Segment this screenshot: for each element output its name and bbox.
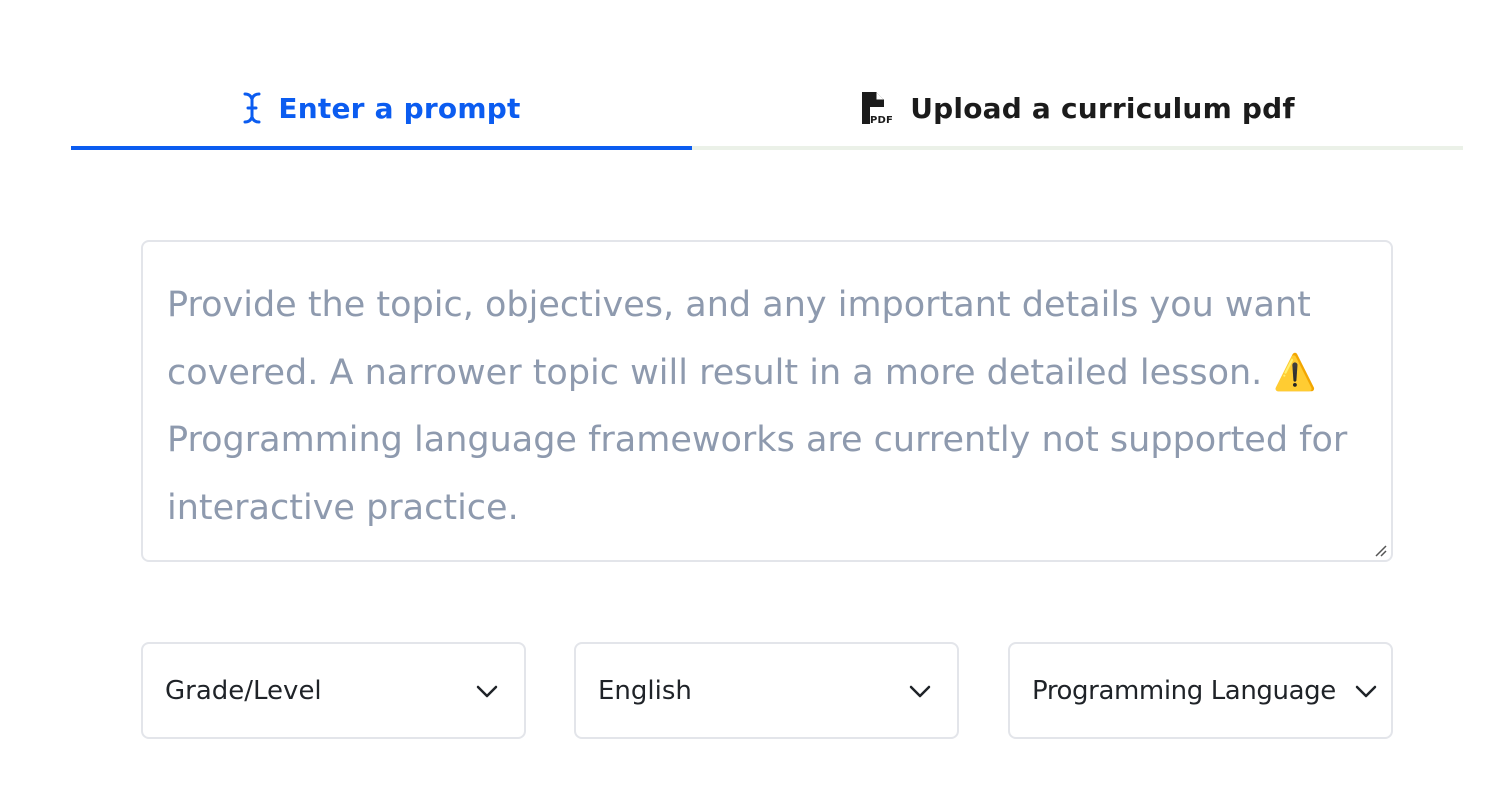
pdf-file-icon: PDF [860, 90, 894, 126]
chevron-down-icon [476, 676, 498, 706]
tab-enter-prompt-label: Enter a prompt [278, 91, 521, 125]
text-cursor-icon [242, 91, 262, 125]
options-row: Grade/Level English Programming Language [141, 642, 1393, 739]
tab-bar: Enter a prompt PDF Upload a curriculum p… [71, 66, 1463, 150]
language-value: English [598, 675, 692, 706]
language-select[interactable]: English [574, 642, 959, 739]
programming-language-value: Programming Language [1032, 675, 1336, 706]
active-tab-indicator [71, 146, 692, 150]
prompt-input[interactable] [167, 272, 1367, 534]
chevron-down-icon [909, 676, 931, 706]
tab-upload-curriculum-label: Upload a curriculum pdf [910, 91, 1295, 125]
tab-upload-curriculum[interactable]: PDF Upload a curriculum pdf [692, 66, 1463, 150]
svg-text:PDF: PDF [870, 115, 893, 126]
resize-handle-icon[interactable] [1373, 542, 1387, 557]
programming-language-select[interactable]: Programming Language [1008, 642, 1393, 739]
prompt-textarea-container [141, 240, 1393, 562]
grade-level-select[interactable]: Grade/Level [141, 642, 526, 739]
chevron-down-icon [1355, 676, 1377, 706]
grade-level-value: Grade/Level [165, 675, 322, 706]
tab-enter-prompt[interactable]: Enter a prompt [71, 66, 692, 150]
